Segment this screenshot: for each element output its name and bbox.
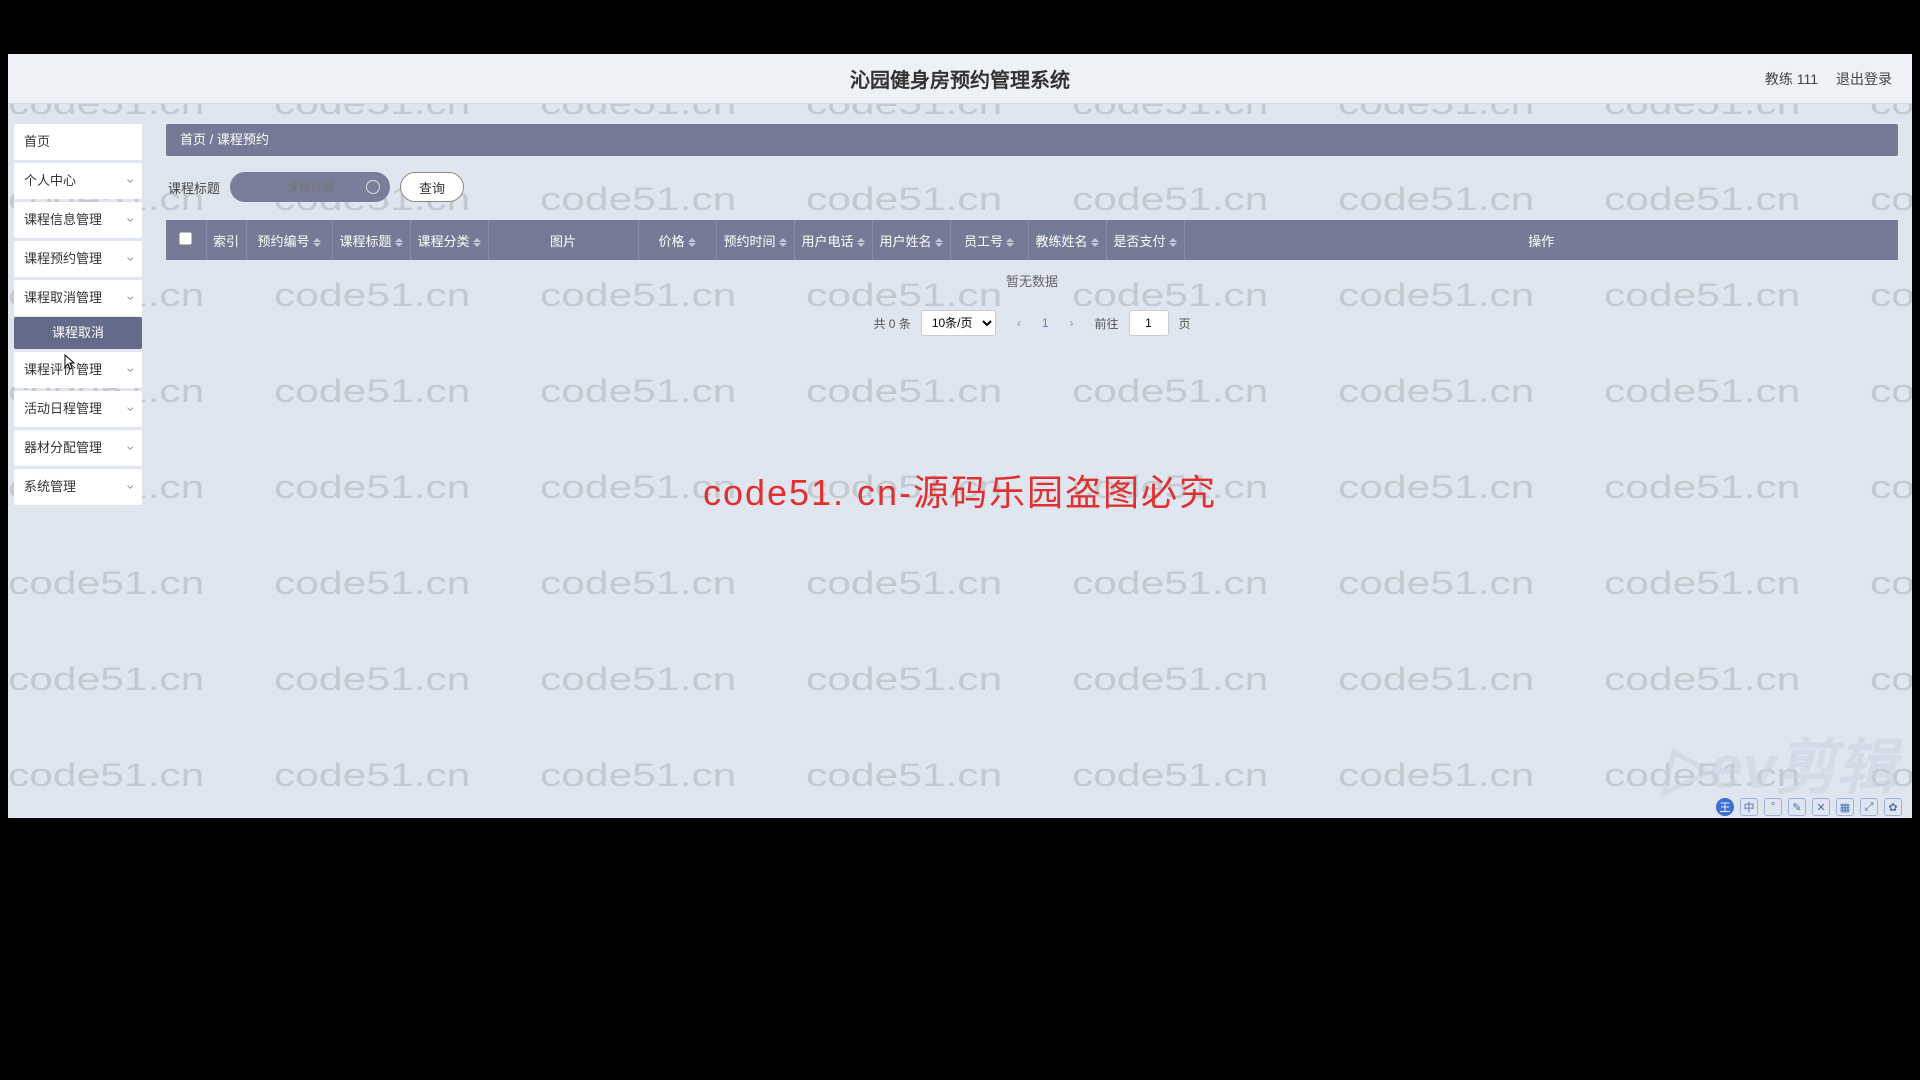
th-image-label: 图片 <box>550 234 576 249</box>
th-paid-label: 是否支付 <box>1113 234 1165 249</box>
ime-icon-7[interactable]: ✿ <box>1884 798 1902 816</box>
th-user-phone-label: 用户电话 <box>801 234 853 249</box>
search-input[interactable] <box>230 172 390 202</box>
sort-icon <box>1169 238 1177 247</box>
th-price[interactable]: 价格 <box>638 220 716 260</box>
goto-prefix: 前往 <box>1095 315 1119 332</box>
ime-icon-5[interactable]: ▦ <box>1836 798 1854 816</box>
ime-icon-0[interactable]: 王 <box>1716 798 1734 816</box>
body-wrap: 首页 个人中心 课程信息管理 课程预约管理 课程取消管理 课程取消 课程评价管理… <box>8 104 1912 818</box>
header-right: 教练 111 退出登录 <box>1765 69 1892 89</box>
ime-toolbar: 王 中 ° ✎ ✕ ▦ ⤢ ✿ <box>1716 798 1902 816</box>
sort-icon <box>857 238 865 247</box>
sidebar-item-schedule[interactable]: 活动日程管理 <box>14 391 142 427</box>
sort-icon <box>313 238 321 247</box>
logout-link[interactable]: 退出登录 <box>1836 69 1892 89</box>
app-root: 沁园健身房预约管理系统 教练 111 退出登录 首页 个人中心 课程信息管理 课… <box>8 54 1912 818</box>
breadcrumb-current: 课程预约 <box>217 132 269 147</box>
sidebar-item-course-cancel[interactable]: 课程取消管理 <box>14 280 142 316</box>
sidebar-item-personal[interactable]: 个人中心 <box>14 163 142 199</box>
th-course-title[interactable]: 课程标题 <box>332 220 410 260</box>
letterbox-top <box>0 0 1920 54</box>
th-user-name[interactable]: 用户姓名 <box>872 220 950 260</box>
th-reserve-no-label: 预约编号 <box>257 234 309 249</box>
th-user-phone[interactable]: 用户电话 <box>794 220 872 260</box>
th-index-label: 索引 <box>213 234 239 249</box>
page-number-current[interactable]: 1 <box>1042 316 1049 330</box>
sidebar-item-course-reserve[interactable]: 课程预约管理 <box>14 241 142 277</box>
goto-suffix: 页 <box>1179 315 1191 332</box>
th-staff-no-label: 员工号 <box>964 234 1003 249</box>
sort-icon <box>1006 238 1014 247</box>
th-image[interactable]: 图片 <box>488 220 638 260</box>
sidebar-item-system[interactable]: 系统管理 <box>14 469 142 505</box>
ime-icon-4[interactable]: ✕ <box>1812 798 1830 816</box>
th-action-label: 操作 <box>1528 234 1554 249</box>
th-checkbox <box>166 220 206 260</box>
th-course-category[interactable]: 课程分类 <box>410 220 488 260</box>
sort-icon <box>688 238 696 247</box>
pagination: 共 0 条 10条/页 ‹ 1 › 前往 页 <box>166 310 1898 336</box>
select-all-checkbox[interactable] <box>179 231 193 245</box>
table-head: 索引 预约编号 课程标题 课程分类 图片 价格 预约时间 用户电话 用户姓名 员… <box>166 220 1898 260</box>
query-button[interactable]: 查询 <box>400 172 464 202</box>
th-coach-name[interactable]: 教练姓名 <box>1028 220 1106 260</box>
main-content: 首页 / 课程预约 课程标题 查询 索引 预约编号 课程 <box>148 104 1912 818</box>
sort-icon <box>473 238 481 247</box>
data-table: 索引 预约编号 课程标题 课程分类 图片 价格 预约时间 用户电话 用户姓名 员… <box>166 220 1898 300</box>
search-label: 课程标题 <box>168 178 220 197</box>
th-price-label: 价格 <box>658 234 684 249</box>
th-reserve-no[interactable]: 预约编号 <box>246 220 332 260</box>
sidebar: 首页 个人中心 课程信息管理 课程预约管理 课程取消管理 课程取消 课程评价管理… <box>8 104 148 818</box>
sidebar-item-course-review[interactable]: 课程评价管理 <box>14 352 142 388</box>
app-title: 沁园健身房预约管理系统 <box>850 64 1070 93</box>
pagination-total: 共 0 条 <box>873 315 910 332</box>
prev-page-button[interactable]: ‹ <box>1006 310 1032 336</box>
breadcrumb-home[interactable]: 首页 <box>180 132 206 147</box>
ime-icon-2[interactable]: ° <box>1764 798 1782 816</box>
th-reserve-time[interactable]: 预约时间 <box>716 220 794 260</box>
sort-icon <box>395 238 403 247</box>
th-reserve-time-label: 预约时间 <box>723 234 775 249</box>
th-paid[interactable]: 是否支付 <box>1106 220 1184 260</box>
ime-icon-3[interactable]: ✎ <box>1788 798 1806 816</box>
header-bar: 沁园健身房预约管理系统 教练 111 退出登录 <box>8 54 1912 104</box>
user-label[interactable]: 教练 111 <box>1765 69 1818 89</box>
sidebar-item-home[interactable]: 首页 <box>14 124 142 160</box>
ime-icon-6[interactable]: ⤢ <box>1860 798 1878 816</box>
search-input-wrap <box>230 172 390 202</box>
th-staff-no[interactable]: 员工号 <box>950 220 1028 260</box>
page-size-select[interactable]: 10条/页 <box>921 310 996 336</box>
breadcrumb: 首页 / 课程预约 <box>166 124 1898 156</box>
breadcrumb-sep: / <box>206 132 217 147</box>
sidebar-sub-course-cancel[interactable]: 课程取消 <box>14 317 142 349</box>
th-coach-name-label: 教练姓名 <box>1035 234 1087 249</box>
letterbox-bottom <box>0 818 1920 1080</box>
sidebar-item-equipment[interactable]: 器材分配管理 <box>14 430 142 466</box>
th-course-title-label: 课程标题 <box>339 234 391 249</box>
th-index[interactable]: 索引 <box>206 220 246 260</box>
search-row: 课程标题 查询 <box>168 172 1898 202</box>
sidebar-item-course-info[interactable]: 课程信息管理 <box>14 202 142 238</box>
empty-row: 暂无数据 <box>166 260 1898 300</box>
ime-icon-1[interactable]: 中 <box>1740 798 1758 816</box>
sort-icon <box>1091 238 1099 247</box>
sort-icon <box>935 238 943 247</box>
th-action: 操作 <box>1184 220 1898 260</box>
sort-icon <box>779 238 787 247</box>
th-course-category-label: 课程分类 <box>417 234 469 249</box>
goto-page-input[interactable] <box>1129 310 1169 336</box>
th-user-name-label: 用户姓名 <box>879 234 931 249</box>
next-page-button[interactable]: › <box>1059 310 1085 336</box>
